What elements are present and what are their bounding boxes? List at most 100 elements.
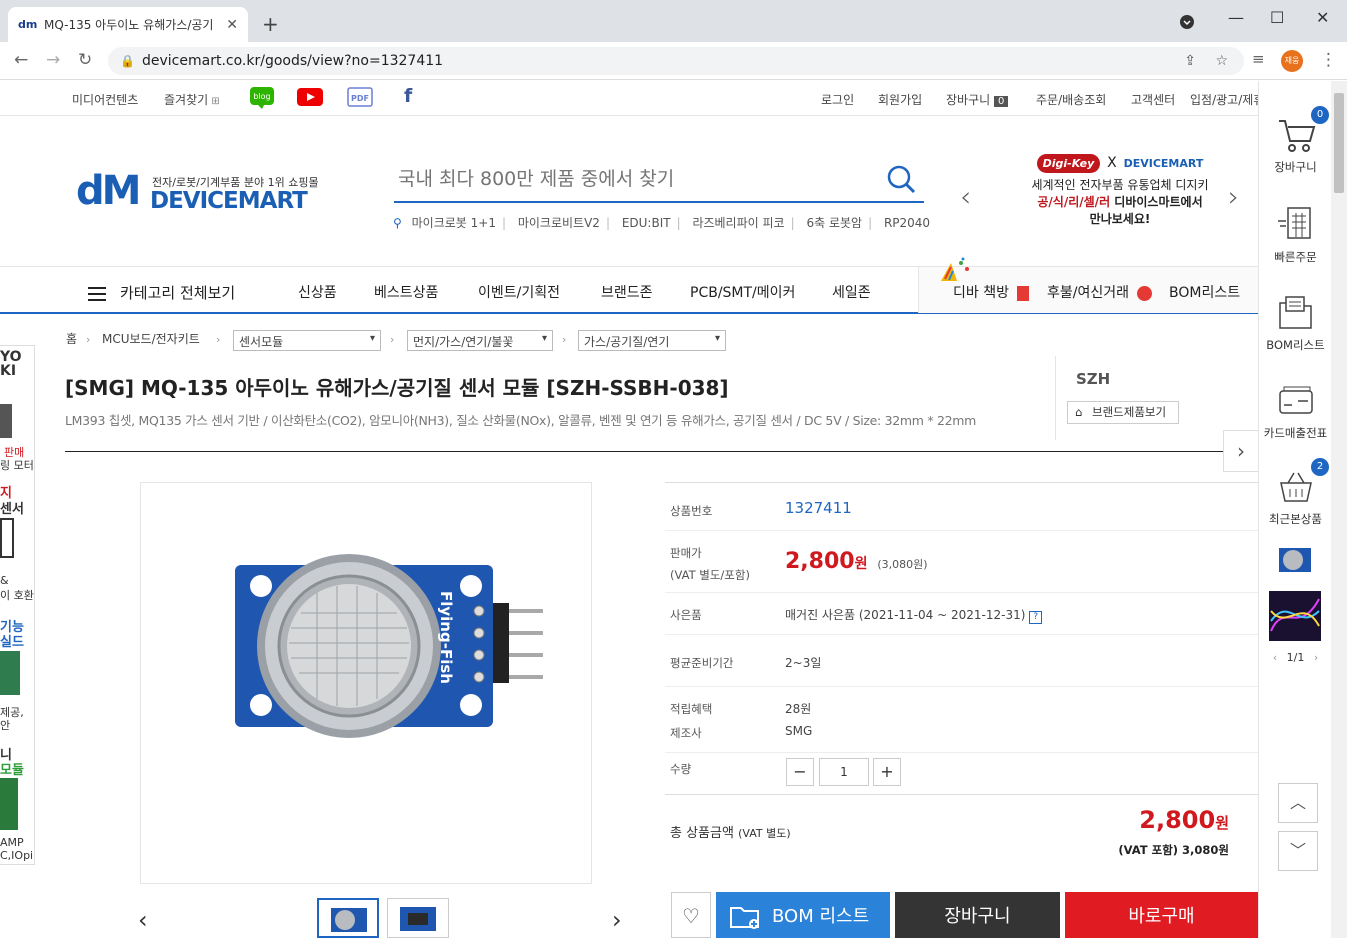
keyword-link[interactable]: EDU:BIT xyxy=(622,216,671,230)
breadcrumb-home[interactable]: 홈 xyxy=(66,330,77,352)
maximize-icon[interactable]: ☐ xyxy=(1270,8,1284,27)
recent-item-thumb-1[interactable] xyxy=(1269,536,1321,586)
bom-list-button[interactable]: BOM 리스트 xyxy=(716,892,890,938)
recent-item-thumb-2[interactable] xyxy=(1269,591,1321,641)
image-thumbnail-1[interactable] xyxy=(317,898,379,938)
brand-products-button[interactable]: ⌂ 브랜드제품보기 xyxy=(1067,401,1179,424)
promo-banner[interactable]: Digi-Key X DEVICEMART 세계적인 전자부품 유통업체 디지키… xyxy=(1010,154,1230,228)
forward-icon[interactable]: → xyxy=(46,50,60,70)
quick-cart[interactable]: 장바구니 xyxy=(1259,115,1332,175)
promo-prev-arrow[interactable]: ‹ xyxy=(960,180,971,213)
chevron-right-icon: › xyxy=(390,333,395,346)
qty-input[interactable]: 1 xyxy=(819,758,869,786)
hamburger-icon xyxy=(88,283,106,305)
add-to-cart-button[interactable]: 장바구니 xyxy=(895,892,1060,938)
pager-prev-icon[interactable]: ‹ xyxy=(1273,651,1277,664)
close-window-icon[interactable]: ✕ xyxy=(1316,8,1329,27)
search-icon[interactable] xyxy=(886,164,916,194)
help-icon[interactable]: ? xyxy=(1029,611,1043,624)
wishlist-heart-button[interactable]: ♡ xyxy=(671,892,711,938)
prep-label: 평균준비기간 xyxy=(670,656,734,670)
price-value: 2,800원 (3,080원) xyxy=(785,549,928,574)
scroll-top-button[interactable]: ︿ xyxy=(1278,783,1318,823)
nav-credit-trade[interactable]: 후불/여신거래 xyxy=(1047,282,1153,302)
bookmark-star-icon[interactable]: ☆ xyxy=(1215,47,1228,75)
keyword-link[interactable]: RP2040 xyxy=(884,216,930,230)
new-tab-icon[interactable]: + xyxy=(262,12,279,36)
scroll-bottom-button[interactable]: ﹀ xyxy=(1278,831,1318,871)
minimize-icon[interactable]: — xyxy=(1228,8,1244,27)
scrollbar-thumb[interactable] xyxy=(1334,93,1344,193)
left-side-banners[interactable]: YO KI 판매 링 모터 지 센서 & 이 호환 기능 실드 제공, 안 니 … xyxy=(0,345,35,865)
quick-card-receipt[interactable]: 카드매출전표 xyxy=(1259,381,1332,441)
media-content-link[interactable]: 미디어컨텐츠 xyxy=(72,91,138,108)
left-banner-text: YO xyxy=(0,349,22,365)
customer-center-link[interactable]: 고객센터 xyxy=(1131,91,1175,108)
image-thumbnail-2[interactable] xyxy=(387,898,449,938)
profile-avatar[interactable]: 재웅 xyxy=(1281,50,1303,72)
login-link[interactable]: 로그인 xyxy=(821,91,854,108)
cart-link[interactable]: 장바구니 0 xyxy=(946,91,1009,108)
promo-next-arrow[interactable]: › xyxy=(1228,180,1239,213)
image-prev-arrow[interactable]: ‹ xyxy=(138,906,148,934)
site-logo[interactable]: dM 전자/로봇/기계부품 분야 1위 쇼핑몰 DEVICEMART xyxy=(76,170,326,215)
tab-search-icon[interactable] xyxy=(1180,14,1194,33)
quick-bom-list[interactable]: BOM리스트 xyxy=(1259,293,1332,353)
nav-brand-zone[interactable]: 브랜드존 xyxy=(601,282,653,302)
keyword-link[interactable]: 마이크로봇 1+1 xyxy=(412,216,496,230)
page-scrollbar[interactable] xyxy=(1331,81,1347,938)
blog-icon[interactable]: blog xyxy=(250,87,274,112)
partnership-link[interactable]: 입점/광고/제휴 xyxy=(1190,91,1258,108)
pager-next-icon[interactable]: › xyxy=(1314,651,1318,664)
signup-link[interactable]: 회원가입 xyxy=(878,91,922,108)
menu-kebab-icon[interactable]: ⋮ xyxy=(1320,50,1337,70)
share-icon[interactable]: ⇪ xyxy=(1184,47,1196,75)
folder-add-icon xyxy=(730,907,759,929)
favicon-icon: dm xyxy=(18,17,38,31)
breadcrumb-select-level3[interactable]: 먼지/가스/연기/불꽃 xyxy=(407,330,553,351)
qty-plus-button[interactable]: + xyxy=(873,758,901,786)
qty-minus-button[interactable]: − xyxy=(786,758,814,786)
favorites-link[interactable]: 즐겨찾기 ⊞ xyxy=(164,91,220,108)
breadcrumb-level1[interactable]: MCU보드/전자키트 xyxy=(102,330,200,347)
pdf-icon[interactable]: PDF xyxy=(347,87,373,110)
info-row-prep: 평균준비기간 2~3일 xyxy=(665,635,1258,687)
category-all-button[interactable]: 카테고리 전체보기 xyxy=(88,282,235,305)
browser-tab[interactable]: dm MQ-135 아두이노 유해가스/공기 ✕ xyxy=(8,7,248,42)
nav-events[interactable]: 이벤트/기획전 xyxy=(478,282,560,302)
nav-sale-zone[interactable]: 세일존 xyxy=(832,282,871,302)
card-receipt-icon xyxy=(1278,386,1313,414)
next-product-button[interactable]: › xyxy=(1223,430,1259,472)
keyword-link[interactable]: 마이크로비트V2 xyxy=(518,216,600,230)
left-banner-image xyxy=(0,778,18,830)
lock-icon: 🔒 xyxy=(120,54,135,68)
keyword-link[interactable]: 라즈베리파이 피코 xyxy=(692,216,784,230)
promo-line3: 만나보세요! xyxy=(1089,212,1151,226)
address-bar: ← → ↻ 🔒 devicemart.co.kr/goods/view?no=1… xyxy=(0,42,1347,80)
youtube-icon[interactable] xyxy=(297,88,323,109)
back-icon[interactable]: ← xyxy=(14,50,28,70)
nav-diva-bookstore[interactable]: 디바 책방 xyxy=(953,282,1030,302)
svg-text:PDF: PDF xyxy=(351,94,369,103)
nav-bom-list[interactable]: BOM리스트 xyxy=(1169,282,1240,302)
product-main-image[interactable]: Flying-Fish xyxy=(140,482,592,884)
nav-best-products[interactable]: 베스트상품 xyxy=(374,282,438,302)
tab-close-icon[interactable]: ✕ xyxy=(226,17,238,33)
facebook-icon[interactable]: f xyxy=(404,85,412,107)
fast-order-icon xyxy=(1277,207,1311,239)
reading-list-icon[interactable]: ≡ xyxy=(1252,50,1265,68)
search-input[interactable] xyxy=(394,160,874,198)
order-tracking-link[interactable]: 주문/배송조회 xyxy=(1036,91,1106,108)
reload-icon[interactable]: ↻ xyxy=(78,50,92,70)
buy-now-button[interactable]: 바로구매 xyxy=(1065,892,1258,938)
breadcrumb-select-level2[interactable]: 센서모듈 xyxy=(233,330,381,351)
quick-recent-products[interactable]: 최근본상품 xyxy=(1259,467,1332,527)
chevron-right-icon: › xyxy=(562,333,567,346)
breadcrumb-select-level4[interactable]: 가스/공기질/연기 xyxy=(578,330,726,351)
nav-pcb-smt-maker[interactable]: PCB/SMT/메이커 xyxy=(690,282,795,302)
image-next-arrow[interactable]: › xyxy=(612,906,622,934)
keyword-link[interactable]: 6축 로봇암 xyxy=(806,216,862,230)
nav-new-products[interactable]: 신상품 xyxy=(298,282,337,302)
url-field[interactable]: 🔒 devicemart.co.kr/goods/view?no=1327411… xyxy=(108,47,1244,75)
quick-fast-order[interactable]: 빠른주문 xyxy=(1259,205,1332,265)
